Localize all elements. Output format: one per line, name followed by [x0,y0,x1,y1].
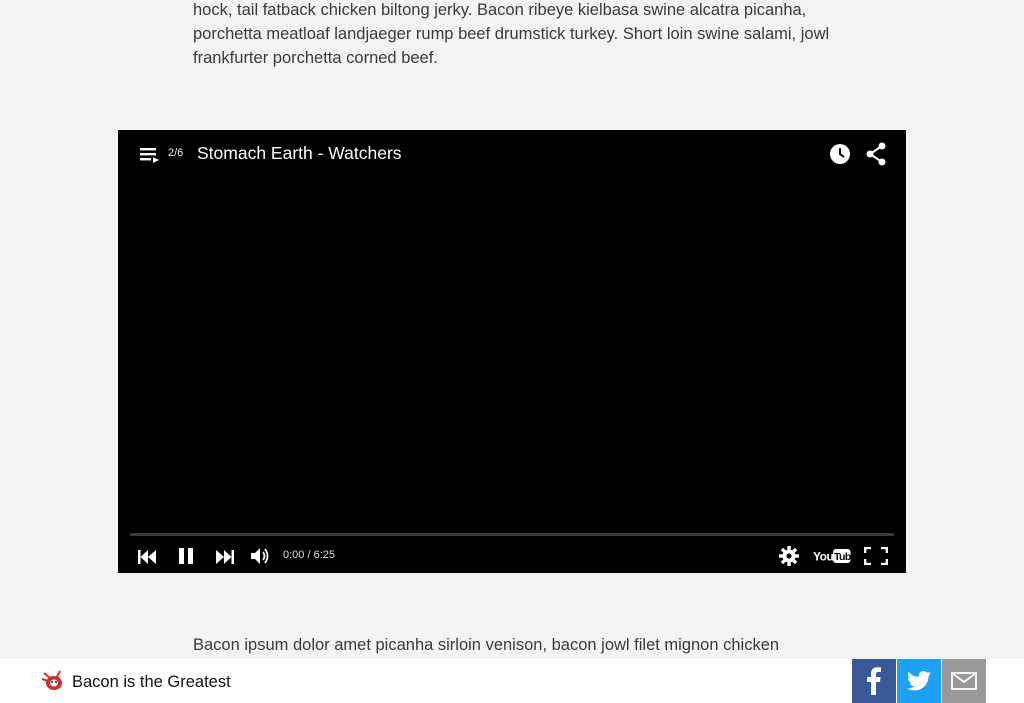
pause-icon[interactable] [178,548,194,564]
svg-text:You: You [813,550,833,564]
volume-icon[interactable] [251,547,271,565]
fullscreen-icon[interactable] [864,547,888,565]
facebook-share-button[interactable] [852,659,896,703]
video-title[interactable]: Stomach Earth - Watchers [197,143,402,164]
clock-icon[interactable] [829,143,851,165]
facebook-icon [867,667,881,695]
article-paragraph-top: hock, tail fatback chicken biltong jerky… [193,1,830,67]
svg-text:Tube: Tube [834,551,851,563]
footer-bar: Bacon is the Greatest [0,659,1024,703]
email-icon [951,672,977,690]
previous-icon[interactable] [138,550,158,564]
time-display: 0:00 / 6:25 [283,549,335,561]
bacon-logo-icon [41,670,62,690]
twitter-share-button[interactable] [897,659,941,703]
playlist-icon[interactable] [140,147,160,163]
article-paragraph-bottom: Bacon ipsum dolor amet picanha sirloin v… [193,636,780,654]
share-icon[interactable] [865,142,887,166]
player-controls: 0:00 / 6:25 You Tube [118,540,906,573]
video-player[interactable]: 2/6 Stomach Earth - Watchers 0:00 / 6:25… [118,130,906,573]
playlist-index: 2/6 [168,147,184,159]
settings-icon[interactable] [779,546,799,566]
twitter-icon [907,671,931,691]
player-top-bar: 2/6 Stomach Earth - Watchers [118,130,906,178]
progress-bar[interactable] [130,533,894,536]
youtube-logo[interactable]: You Tube [813,547,851,565]
site-name[interactable]: Bacon is the Greatest [72,673,231,692]
next-icon[interactable] [214,550,234,564]
email-share-button[interactable] [942,659,986,703]
